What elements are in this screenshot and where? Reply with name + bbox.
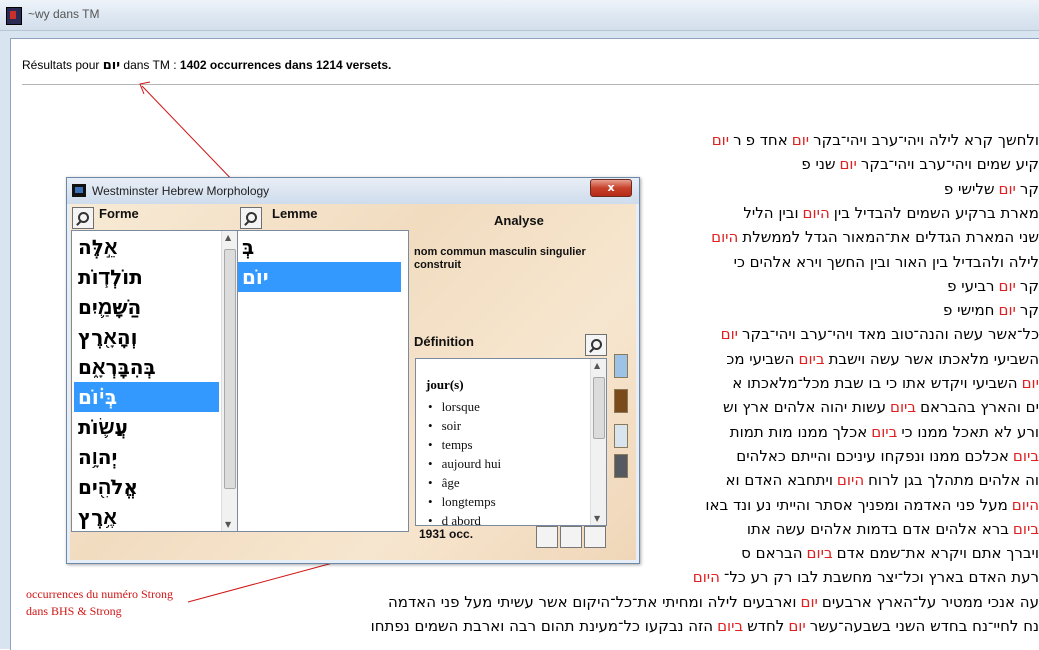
definition-item: soir <box>428 418 461 434</box>
tree-icon[interactable] <box>560 526 582 548</box>
definition-lookup-icon[interactable] <box>585 334 607 356</box>
resource-thumb-3[interactable] <box>614 424 628 448</box>
morphology-dialog: Westminster Hebrew Morphology x Forme Le… <box>66 177 640 564</box>
forme-item[interactable]: אֶ֥רֶץ <box>74 502 219 532</box>
forme-item[interactable]: הַשָּׁמַ֛יִם <box>74 292 219 322</box>
definition-header: Définition <box>414 334 474 358</box>
occurrence-count: 1931 occ. <box>419 527 473 541</box>
forme-item[interactable]: תוֹלְד֧וֹת <box>74 262 219 292</box>
forme-item[interactable]: וְהָאָ֖רֶץ <box>74 322 219 352</box>
analyse-text: nom commun masculin singulier construit <box>414 246 604 272</box>
definition-item: aujourd hui <box>428 456 501 472</box>
forme-item[interactable]: בְּהִבָּֽרְאָ֑ם <box>74 352 219 382</box>
definition-title: jour(s) <box>426 377 464 393</box>
lemme-header: Lemme <box>272 206 318 230</box>
lemme-item[interactable]: יוֹם <box>238 262 401 292</box>
dialog-close-button[interactable]: x <box>590 179 632 197</box>
definition-item: âge <box>428 475 460 491</box>
dialog-title: Westminster Hebrew Morphology <box>92 184 269 198</box>
dialog-body: Forme Lemme Analyse ▲ ▼ אֵ֣לֶּהתוֹלְד֧וֹ… <box>70 204 636 560</box>
forme-item[interactable]: עֲשׂ֛וֹת <box>74 412 219 442</box>
forme-header: Forme <box>99 206 139 230</box>
definition-item: temps <box>428 437 473 453</box>
forme-scrollbar[interactable]: ▲ ▼ <box>221 231 237 531</box>
lemme-lookup-icon[interactable] <box>240 207 262 229</box>
definition-scrollbar[interactable]: ▲ ▼ <box>590 359 606 525</box>
def-scroll-thumb[interactable] <box>593 377 605 439</box>
scroll-down-icon[interactable]: ▼ <box>225 520 231 529</box>
forme-lookup-icon[interactable] <box>72 207 94 229</box>
analyse-header: Analyse <box>494 213 544 237</box>
forme-list[interactable]: ▲ ▼ אֵ֣לֶּהתוֹלְד֧וֹתהַשָּׁמַ֛יִםוְהָאָ֖… <box>71 230 238 532</box>
lemme-item[interactable]: בְּ <box>238 232 401 262</box>
lemme-list[interactable]: בְּיוֹם <box>237 230 409 532</box>
def-scroll-up-icon[interactable]: ▲ <box>594 361 600 370</box>
resource-thumb-2[interactable] <box>614 389 628 413</box>
arrow-line-top <box>142 86 238 186</box>
concordance-icon[interactable] <box>536 526 558 548</box>
resource-thumb-4[interactable] <box>614 454 628 478</box>
tools-icon[interactable] <box>584 526 606 548</box>
definition-item: longtemps <box>428 494 496 510</box>
definition-box: jour(s) ▲ ▼ lorsque soir temps aujourd hui â… <box>415 358 607 526</box>
scroll-up-icon[interactable]: ▲ <box>225 233 231 242</box>
scroll-thumb[interactable] <box>224 249 236 489</box>
forme-item[interactable]: יְהוָ֥ה <box>74 442 219 472</box>
definition-item: lorsque <box>428 399 480 415</box>
forme-item[interactable]: בְּי֗וֹם <box>74 382 219 412</box>
dialog-titlebar[interactable]: Westminster Hebrew Morphology x <box>67 178 639 204</box>
definition-item: d abord <box>428 513 481 526</box>
resource-thumb-1[interactable] <box>614 354 628 378</box>
def-scroll-down-icon[interactable]: ▼ <box>594 514 600 523</box>
forme-item[interactable]: אֵ֣לֶּה <box>74 232 219 262</box>
dialog-app-icon <box>72 184 86 197</box>
forme-item[interactable]: אֱלֹהִ֖ים <box>74 472 219 502</box>
